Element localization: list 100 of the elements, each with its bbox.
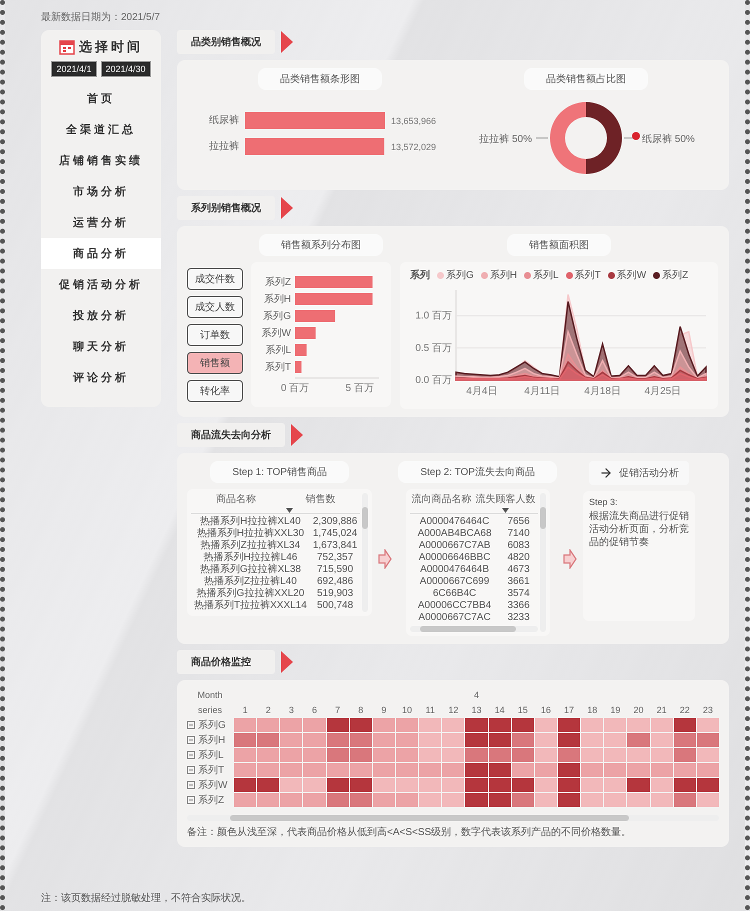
metric-button[interactable]: 转化率 <box>187 380 243 402</box>
table-cell-text: 4673 <box>506 564 531 576</box>
sidebar-title: 选择时间 <box>79 38 143 56</box>
metric-button[interactable]: 订单数 <box>187 324 243 346</box>
axis-label: 5 百万 <box>345 383 374 394</box>
header-label: series <box>196 704 223 717</box>
nav-item[interactable]: 聊天分析 <box>41 331 161 362</box>
table-cell-text: 热播系列Z拉拉裤XL34 <box>200 540 302 552</box>
nav-item[interactable]: 投放分析 <box>41 300 161 331</box>
row-label: 系列T <box>198 764 224 777</box>
scrollbar-thumb[interactable] <box>230 815 629 821</box>
table-cell-text: 热播系列G拉拉裤XL38 <box>198 564 302 576</box>
scrollbar-thumb[interactable] <box>362 507 368 529</box>
scrollbar[interactable] <box>362 493 368 612</box>
nav-item[interactable]: 店铺销售实绩 <box>41 145 161 176</box>
day-header: 12 <box>447 704 460 717</box>
nav-item[interactable]: 全渠道汇总 <box>41 114 161 145</box>
axis-label: 4月25日 <box>644 386 682 397</box>
nav-item[interactable]: 促销活动分析 <box>41 269 161 300</box>
nav-item[interactable]: 运营分析 <box>41 207 161 238</box>
day-header: 13 <box>470 704 482 717</box>
day-header: 1 <box>242 704 249 717</box>
legend-label: 系列W <box>616 268 646 282</box>
calendar-icon[interactable] <box>59 39 75 55</box>
day-header: 23 <box>702 704 714 717</box>
sort-icon[interactable] <box>502 508 510 513</box>
chart-title: 销售额面积图 <box>507 234 611 256</box>
table-cell-text: 3233 <box>506 612 531 624</box>
section-heading: 品类别销售概况 <box>177 30 275 54</box>
bar <box>295 327 316 339</box>
step-text: 根据流失商品进行促销活动分析页面，分析竞品的促销节奏 <box>588 510 689 549</box>
nav-item[interactable]: 商品分析 <box>41 238 161 269</box>
legend-label: 系列T <box>574 268 601 282</box>
collapse-icon[interactable] <box>187 766 195 774</box>
collapse-icon[interactable] <box>187 721 195 729</box>
day-header: 3 <box>288 704 295 717</box>
day-header: 14 <box>494 704 506 717</box>
slice-label: 拉拉裤 50% <box>479 134 532 145</box>
date-field[interactable]: 2021/4/1 <box>51 61 96 77</box>
link-button[interactable]: 促销活动分析 <box>588 461 689 485</box>
scrollbar[interactable] <box>187 815 719 821</box>
table-cell-text: 3661 <box>506 576 531 588</box>
collapse-icon[interactable] <box>187 796 195 804</box>
table-cell-text: 2,309,886 <box>312 516 358 528</box>
axis-label: 0 百万 <box>280 383 310 394</box>
table-cell-text: 752,357 <box>316 552 354 564</box>
axis-label: 0.0 百万 <box>415 375 452 386</box>
section-heading: 商品价格监控 <box>177 650 275 674</box>
table-cell-text: A00006646BBC <box>418 552 492 564</box>
bar <box>295 361 302 373</box>
row-label: 系列L <box>198 748 224 762</box>
table-cell-text: 3574 <box>506 588 531 600</box>
scrollbar-thumb[interactable] <box>420 626 516 632</box>
table-cell-text: 6C66B4C <box>432 588 478 600</box>
row-label: 系列W <box>198 778 228 792</box>
nav-item[interactable]: 评论分析 <box>41 362 161 393</box>
table-cell-text: 6083 <box>506 540 531 552</box>
day-header: 20 <box>632 704 644 717</box>
chart-title: 品类销售额占比图 <box>524 68 648 90</box>
day-header: 7 <box>334 704 342 717</box>
column-header[interactable]: 流向商品名称 <box>410 493 474 506</box>
axis-label: 0.5 百万 <box>415 342 452 354</box>
note-text: 备注：颜色从浅至深，代表商品价格从低到高<A<S<SS级别，数字代表该系列产品的不同价格数量。 <box>187 826 632 839</box>
collapse-icon[interactable] <box>187 751 195 759</box>
scrollbar[interactable] <box>540 493 546 632</box>
axis-label: 4月4日 <box>466 386 498 397</box>
date-field[interactable]: 2021/4/30 <box>100 61 151 77</box>
table-cell-text: 500,748 <box>316 600 354 612</box>
nav-item[interactable]: 首页 <box>41 83 161 114</box>
sort-icon[interactable] <box>286 508 293 513</box>
table-cell-text: 519,903 <box>316 588 354 600</box>
day-header: 19 <box>609 704 622 717</box>
day-header: 9 <box>380 704 388 717</box>
column-header[interactable]: 流失顾客人数 <box>474 493 538 506</box>
collapse-icon[interactable] <box>187 736 195 744</box>
scrollbar[interactable] <box>410 626 538 632</box>
value-label: 13,653,966 <box>391 116 436 126</box>
triangle-icon <box>281 31 293 53</box>
day-header: 22 <box>678 704 691 717</box>
nav-item[interactable]: 市场分析 <box>41 176 161 207</box>
axis-label: 4月11日 <box>524 386 560 397</box>
legend-label: 系列Z <box>662 268 688 282</box>
scrollbar-thumb[interactable] <box>540 507 546 529</box>
chart-title: 销售额系列分布图 <box>259 234 383 256</box>
column-header[interactable]: 销售数 <box>280 493 360 506</box>
metric-button[interactable]: 成交人数 <box>187 296 243 318</box>
axis-label: 1.0 百万 <box>415 310 452 322</box>
column-header[interactable]: 商品名称 <box>191 493 281 506</box>
bar <box>295 310 336 322</box>
table-cell-text: A0000667C7AC <box>417 612 492 624</box>
bar-label: 系列L <box>265 345 291 356</box>
table-cell-text: A0000667C699 <box>418 576 490 588</box>
collapse-icon[interactable] <box>187 781 195 789</box>
step-label: Step 3: <box>588 497 619 507</box>
step-title: Step 2: TOP流失去向商品 <box>398 461 557 483</box>
metric-button[interactable]: 销售额 <box>187 352 243 374</box>
legend-label: 系列G <box>446 268 474 282</box>
table-cell-text: 692,486 <box>316 576 354 588</box>
metric-button[interactable]: 成交件数 <box>187 268 243 290</box>
section-heading: 商品流失去向分析 <box>177 423 285 447</box>
